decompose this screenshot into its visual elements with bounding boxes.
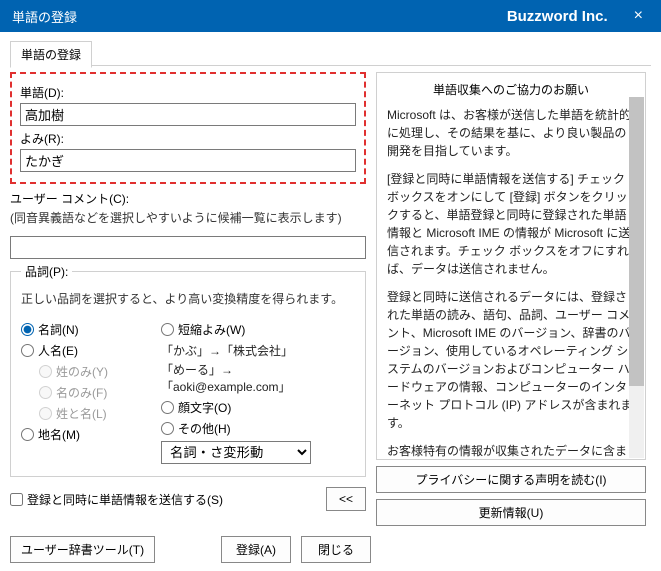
radio-given: 名のみ(F) bbox=[39, 384, 107, 401]
scrollbar[interactable] bbox=[629, 97, 644, 458]
collapse-button[interactable]: << bbox=[326, 487, 366, 511]
close-button[interactable]: 閉じる bbox=[301, 536, 371, 563]
pos-hint: 正しい品詞を選択すると、より高い変換精度を得られます。 bbox=[21, 290, 355, 307]
example-2: 「めーる」→「aoki@example.com」 bbox=[161, 361, 355, 395]
window-title: 単語の登録 bbox=[12, 7, 507, 26]
radio-place-label: 地名(M) bbox=[38, 426, 80, 443]
send-checkbox-label: 登録と同時に単語情報を送信する(S) bbox=[27, 491, 223, 508]
radio-short[interactable]: 短縮よみ(W) bbox=[161, 321, 245, 338]
info-p3: 登録と同時に送信されるデータには、登録された単語の読み、語句、品詞、ユーザー コ… bbox=[387, 288, 635, 432]
info-text: Microsoft は、お客様が送信した単語を統計的に処理し、その結果を基に、よ… bbox=[387, 106, 635, 460]
info-p2: [登録と同時に単語情報を送信する] チェック ボックスをオンにして [登録] ボ… bbox=[387, 170, 635, 278]
radio-other[interactable]: その他(H) bbox=[161, 420, 231, 437]
radio-noun[interactable]: 名詞(N) bbox=[21, 321, 79, 338]
radio-other-label: その他(H) bbox=[178, 420, 231, 437]
tab-register[interactable]: 単語の登録 bbox=[10, 41, 92, 68]
comment-hint: (同音異義語などを選択しやすいように候補一覧に表示します) bbox=[10, 209, 366, 226]
radio-noun-label: 名詞(N) bbox=[38, 321, 79, 338]
radio-fullname: 姓と名(L) bbox=[39, 405, 107, 422]
reading-input[interactable] bbox=[20, 149, 356, 172]
radio-emoji-label: 顔文字(O) bbox=[178, 399, 231, 416]
word-label: 単語(D): bbox=[20, 84, 356, 101]
pos-select[interactable]: 名詞・さ変形動 bbox=[161, 441, 311, 464]
radio-place[interactable]: 地名(M) bbox=[21, 426, 80, 443]
info-p4: お客様特有の情報が収集されたデータに含まれることがあります。このような情報が存在… bbox=[387, 442, 635, 460]
info-title: 単語収集へのご協力のお願い bbox=[387, 81, 635, 98]
highlight-box: 単語(D): よみ(R): bbox=[10, 72, 366, 184]
send-checkbox[interactable]: 登録と同時に単語情報を送信する(S) bbox=[10, 491, 318, 508]
pos-legend: 品詞(P): bbox=[21, 263, 72, 280]
reading-label: よみ(R): bbox=[20, 130, 356, 147]
tab-strip: 単語の登録 bbox=[10, 40, 651, 66]
brand-label: Buzzword Inc. bbox=[507, 8, 608, 25]
privacy-button[interactable]: プライバシーに関する声明を読む(I) bbox=[376, 466, 646, 493]
scroll-thumb[interactable] bbox=[629, 97, 644, 386]
word-input[interactable] bbox=[20, 103, 356, 126]
comment-input[interactable] bbox=[10, 236, 366, 259]
info-box: 単語収集へのご協力のお願い Microsoft は、お客様が送信した単語を統計的… bbox=[376, 72, 646, 460]
info-p1: Microsoft は、お客様が送信した単語を統計的に処理し、その結果を基に、よ… bbox=[387, 106, 635, 160]
titlebar: 単語の登録 Buzzword Inc. × bbox=[0, 0, 661, 32]
pos-group: 品詞(P): 正しい品詞を選択すると、より高い変換精度を得られます。 名詞(N)… bbox=[10, 263, 366, 477]
radio-short-label: 短縮よみ(W) bbox=[178, 321, 245, 338]
update-button[interactable]: 更新情報(U) bbox=[376, 499, 646, 526]
close-icon[interactable]: × bbox=[628, 7, 649, 25]
radio-emoji[interactable]: 顔文字(O) bbox=[161, 399, 231, 416]
radio-person-label: 人名(E) bbox=[38, 342, 78, 359]
radio-surname: 姓のみ(Y) bbox=[39, 363, 108, 380]
example-1: 「かぶ」→「株式会社」 bbox=[161, 342, 355, 359]
user-dict-button[interactable]: ユーザー辞書ツール(T) bbox=[10, 536, 155, 563]
comment-label: ユーザー コメント(C): bbox=[10, 190, 366, 207]
radio-person[interactable]: 人名(E) bbox=[21, 342, 78, 359]
register-button[interactable]: 登録(A) bbox=[221, 536, 291, 563]
